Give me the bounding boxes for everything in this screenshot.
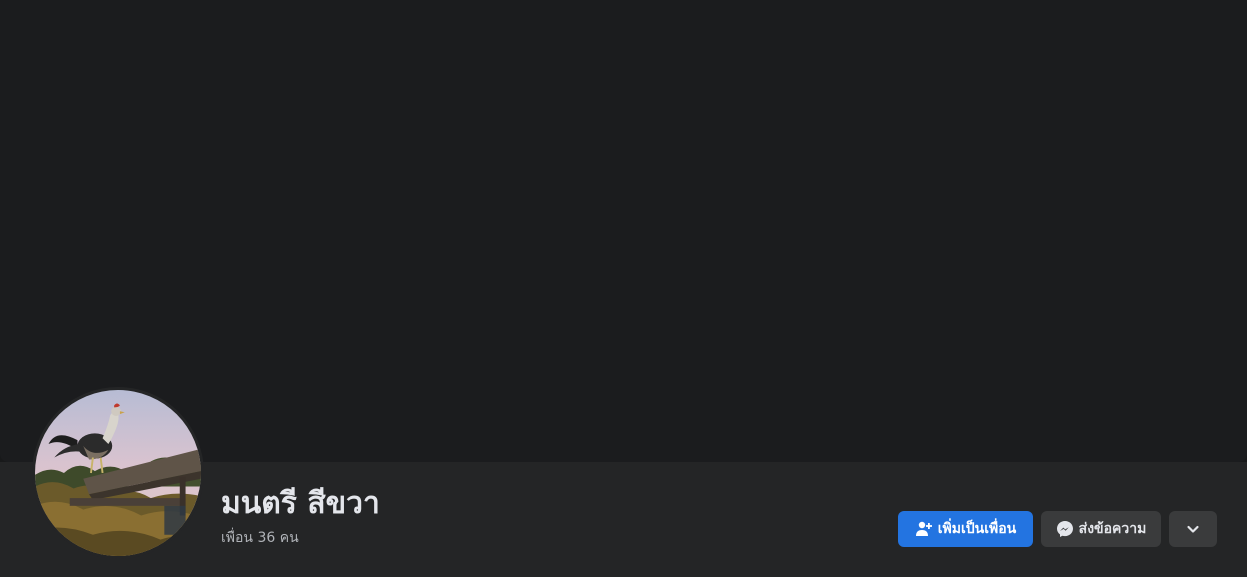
avatar-rooster-photo — [35, 390, 201, 556]
send-message-label: ส่งข้อความ — [1078, 521, 1147, 537]
add-friend-button[interactable]: เพิ่มเป็นเพื่อน — [898, 511, 1033, 547]
profile-avatar[interactable] — [32, 387, 204, 559]
send-message-button[interactable]: ส่งข้อความ — [1041, 511, 1161, 547]
more-options-button[interactable] — [1169, 511, 1217, 547]
friends-count[interactable]: เพื่อน 36 คน — [221, 528, 299, 548]
messenger-icon — [1056, 520, 1074, 538]
person-add-icon — [915, 520, 933, 538]
profile-name: มนตรี สีขวา — [221, 486, 380, 521]
cover-photo[interactable] — [0, 0, 1247, 462]
chevron-down-icon — [1184, 520, 1202, 538]
profile-page: มนตรี สีขวา เพื่อน 36 คน เพิ่มเป็นเพื่อน… — [0, 0, 1247, 577]
add-friend-label: เพิ่มเป็นเพื่อน — [937, 521, 1017, 537]
